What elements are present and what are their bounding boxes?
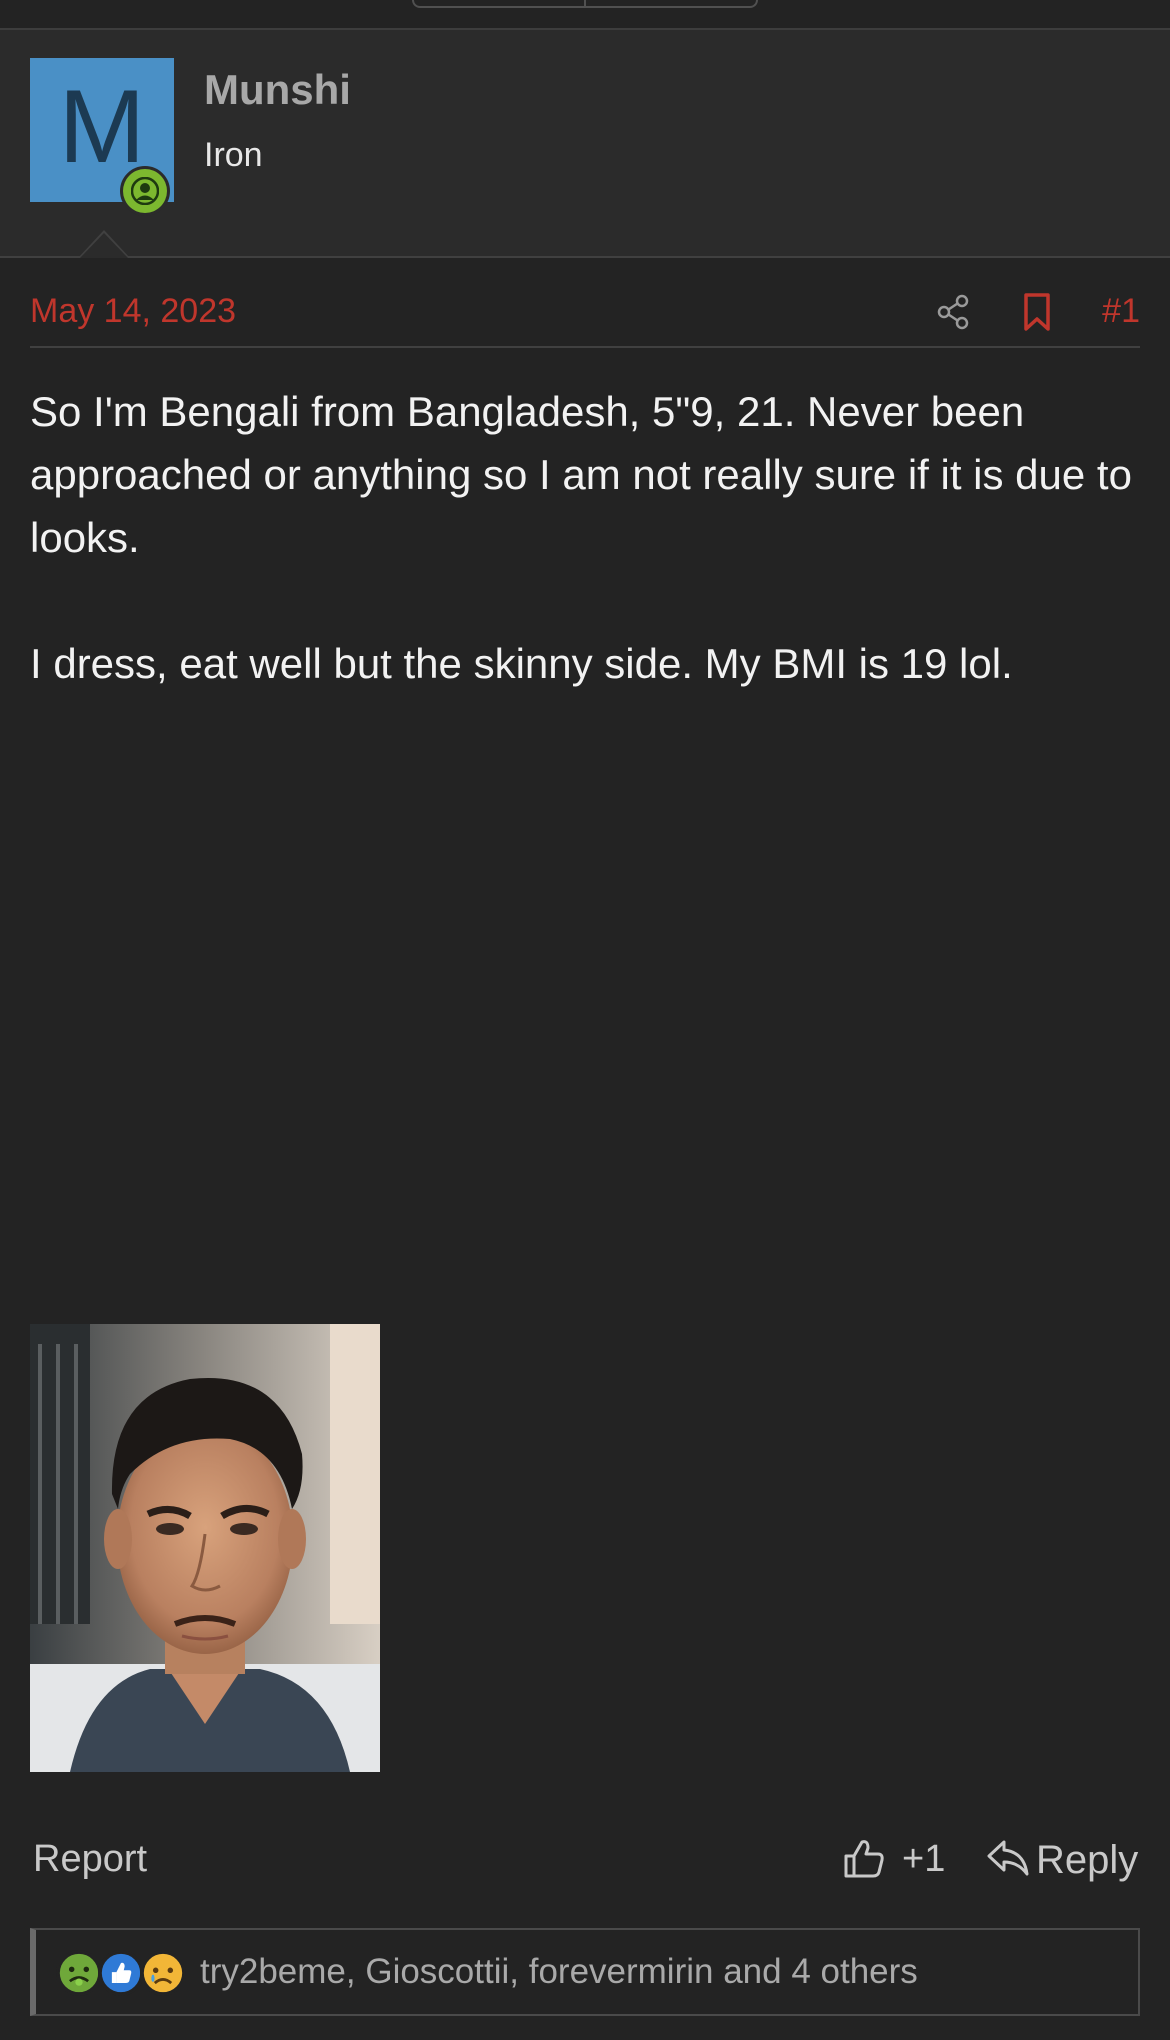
user-header: M Munshi Iron [0, 30, 1170, 258]
username[interactable]: Munshi [204, 66, 351, 114]
reaction-summary[interactable]: try2beme, Gioscottii, forevermirin and 4… [200, 1952, 918, 1992]
reply-label: Reply [1036, 1838, 1139, 1882]
post-number-link[interactable]: #1 [1102, 292, 1140, 331]
post-paragraph: So I'm Bengali from Bangladesh, 5"9, 21.… [30, 388, 1132, 561]
tab-separator [584, 0, 586, 6]
bookmark-icon[interactable] [1018, 292, 1058, 332]
reply-icon [987, 1840, 1029, 1876]
header-pointer-inner [80, 233, 128, 258]
like-label: +1 [902, 1838, 946, 1880]
report-button[interactable]: Report [33, 1838, 147, 1881]
thumbs-up-icon [844, 1840, 884, 1878]
post-attachment-image[interactable] [30, 1324, 380, 1772]
reply-button[interactable]: Reply [986, 1830, 1146, 1890]
post-body: So I'm Bengali from Bangladesh, 5"9, 21.… [30, 380, 1140, 758]
top-bar [0, 0, 1170, 30]
portrait-photo [30, 1324, 380, 1772]
user-title: Iron [204, 136, 263, 174]
user-online-icon [131, 177, 159, 205]
post-date[interactable]: May 14, 2023 [30, 292, 236, 331]
thumbs-up-reaction-icon [98, 1950, 144, 1996]
sad-face-icon [140, 1950, 186, 1996]
share-icon[interactable] [934, 292, 974, 332]
top-tab-group[interactable] [412, 0, 758, 8]
post-actions: Report +1 Reply [30, 1830, 1140, 1890]
post-paragraph: I dress, eat well but the skinny side. M… [30, 640, 1013, 687]
reaction-icons [56, 1950, 190, 1998]
sick-face-icon [56, 1950, 102, 1996]
online-status-badge [120, 166, 170, 216]
post-meta: May 14, 2023 #1 [30, 288, 1140, 348]
reactions-bar[interactable]: try2beme, Gioscottii, forevermirin and 4… [30, 1928, 1140, 2016]
